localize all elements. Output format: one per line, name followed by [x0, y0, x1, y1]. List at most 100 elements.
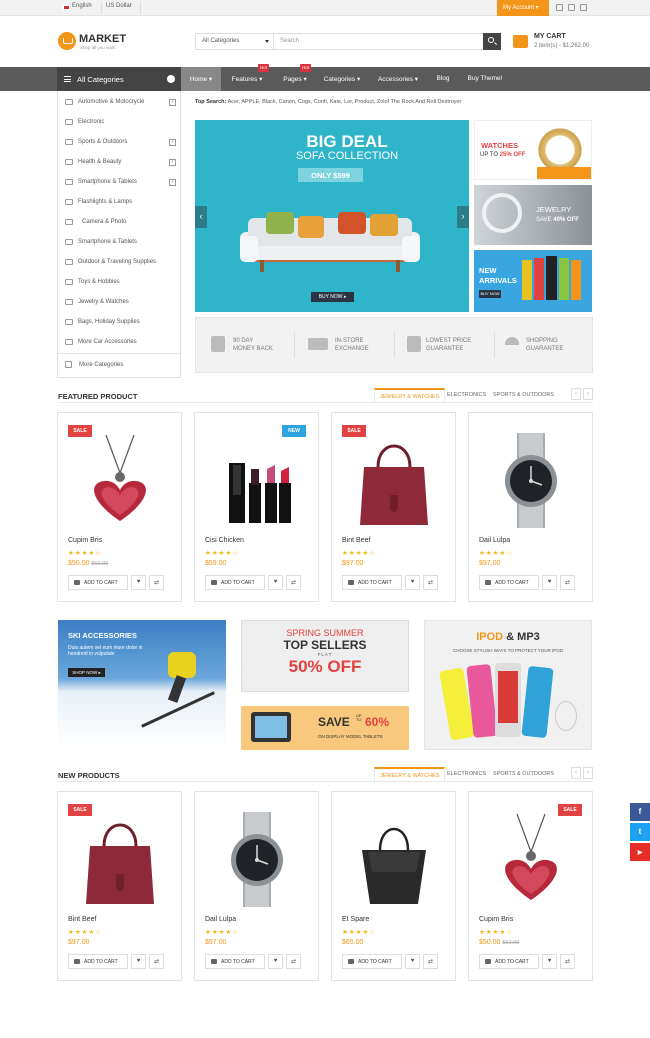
- language-selector[interactable]: English: [72, 3, 92, 9]
- cart-summary[interactable]: 2 item(s) - $1,262.00: [534, 43, 589, 49]
- product-card[interactable]: SALE Cupim Bris ★★★★☆ $50.00 $62.00 ADD T…: [468, 791, 593, 981]
- tab-sports-outdoors[interactable]: SPORTS & OUTDOORS: [488, 767, 559, 781]
- product-card[interactable]: Et Spare ★★★★☆ $65.00 ADD TO CART ♥ ⇄: [331, 791, 456, 981]
- add-to-cart-button[interactable]: ADD TO CART: [342, 575, 402, 590]
- slider-prev-button[interactable]: ‹: [195, 206, 207, 228]
- wishlist-button[interactable]: ♥: [542, 954, 557, 969]
- wishlist-button[interactable]: ♥: [268, 575, 283, 590]
- prev-arrow-button[interactable]: ‹: [571, 388, 581, 400]
- compare-button[interactable]: ⇄: [149, 575, 164, 590]
- product-card[interactable]: Dail Lulpa ★★★★☆ $97.00 ADD TO CART ♥ ⇄: [468, 412, 593, 602]
- watches-banner[interactable]: WATCHES UP TO 25% OFF: [474, 120, 592, 180]
- product-card[interactable]: SALE Bint Beef ★★★★☆ $97.00 ADD TO CART …: [57, 791, 182, 981]
- sidebar-item[interactable]: Toys & Hobbies: [58, 273, 180, 293]
- shopping-bag-icon[interactable]: [513, 35, 528, 48]
- lock-icon[interactable]: [580, 4, 587, 11]
- compare-button[interactable]: ⇄: [286, 575, 301, 590]
- wishlist-button[interactable]: ♥: [268, 954, 283, 969]
- cart-logo-icon[interactable]: [58, 32, 76, 50]
- product-name[interactable]: Dail Lulpa: [479, 537, 510, 544]
- search-input[interactable]: Search: [280, 38, 299, 44]
- spring-summer-banner[interactable]: SPRING SUMMER TOP SELLERS FLAT 50% OFF: [241, 620, 409, 692]
- wishlist-button[interactable]: ♥: [405, 954, 420, 969]
- search-button[interactable]: [483, 33, 501, 50]
- search-category-select[interactable]: All Categories: [196, 34, 274, 49]
- sidebar-item[interactable]: Automotive & Motocrycle ›: [58, 93, 180, 113]
- compare-button[interactable]: ⇄: [560, 575, 575, 590]
- facebook-icon[interactable]: f: [630, 803, 650, 821]
- product-card[interactable]: SALE Cupim Bris ★★★★☆ $50.00 $62.00 ADD T…: [57, 412, 182, 602]
- sidebar-item[interactable]: Flashlights & Lamps: [58, 193, 180, 213]
- sidebar-item[interactable]: Smartphone & Tablets: [58, 233, 180, 253]
- product-name[interactable]: Cisi Chicken: [205, 537, 244, 544]
- sidebar-item[interactable]: Jewelry & Watches: [58, 293, 180, 313]
- sidebar-item[interactable]: Smartphone & Tablets ›: [58, 173, 180, 193]
- next-arrow-button[interactable]: ›: [583, 388, 593, 400]
- tab-electronics[interactable]: ELECTRONICS: [442, 388, 491, 402]
- brand-name[interactable]: MARKET: [79, 33, 126, 45]
- sidebar-item[interactable]: Camera & Photo: [58, 213, 180, 233]
- product-card[interactable]: NEW Cisi Chicken ★★★★☆ $59.00 ADD TO CAR…: [194, 412, 319, 602]
- nav-blog[interactable]: Blog: [428, 67, 458, 91]
- next-arrow-button[interactable]: ›: [583, 767, 593, 779]
- cart-title[interactable]: MY CART: [534, 33, 566, 40]
- wishlist-button[interactable]: ♥: [131, 954, 146, 969]
- ipod-banner[interactable]: IPOD & MP3 CHOOSE STYLISH WAYS TO PROTEC…: [424, 620, 592, 750]
- heart-icon[interactable]: [556, 4, 563, 11]
- add-to-cart-button[interactable]: ADD TO CART: [68, 954, 128, 969]
- sidebar-item[interactable]: More Car Accessories: [58, 333, 180, 353]
- sidebar-item[interactable]: Outdoor & Traveling Supplies: [58, 253, 180, 273]
- currency-selector[interactable]: US Dollar: [106, 3, 132, 9]
- arrivals-buy-button[interactable]: BUY NOW: [479, 290, 501, 298]
- twitter-icon[interactable]: t: [630, 823, 650, 841]
- prev-arrow-button[interactable]: ‹: [571, 767, 581, 779]
- all-categories-toggle[interactable]: All Categories: [57, 67, 181, 91]
- sidebar-item[interactable]: Health & Beauty ›: [58, 153, 180, 173]
- wishlist-button[interactable]: ♥: [131, 575, 146, 590]
- add-to-cart-button[interactable]: ADD TO CART: [479, 954, 539, 969]
- more-categories[interactable]: More Categories: [58, 355, 180, 375]
- compare-button[interactable]: ⇄: [149, 954, 164, 969]
- my-account-button[interactable]: My Account ▾: [497, 0, 549, 16]
- slider-next-button[interactable]: ›: [457, 206, 469, 228]
- add-to-cart-button[interactable]: ADD TO CART: [342, 954, 402, 969]
- youtube-icon[interactable]: ▶: [630, 843, 650, 861]
- tab-sports-outdoors[interactable]: SPORTS & OUTDOORS: [488, 388, 559, 402]
- sidebar-item[interactable]: Electronic: [58, 113, 180, 133]
- top-search-terms[interactable]: Acer, APPLE, Black, Canon, Cogs, Confi, …: [228, 99, 462, 105]
- compare-button[interactable]: ⇄: [560, 954, 575, 969]
- hero-buy-now-button[interactable]: BUY NOW ▸: [311, 292, 354, 302]
- compare-button[interactable]: ⇄: [286, 954, 301, 969]
- wishlist-button[interactable]: ♥: [542, 575, 557, 590]
- add-to-cart-button[interactable]: ADD TO CART: [68, 575, 128, 590]
- sidebar-item[interactable]: Sports & Outdoors ›: [58, 133, 180, 153]
- compare-button[interactable]: ⇄: [423, 954, 438, 969]
- product-name[interactable]: Et Spare: [342, 916, 369, 923]
- compare-button[interactable]: ⇄: [423, 575, 438, 590]
- product-name[interactable]: Dail Lulpa: [205, 916, 236, 923]
- tab-jewelry-watches[interactable]: JEWELRY & WATCHES: [374, 767, 446, 781]
- tab-electronics[interactable]: ELECTRONICS: [442, 767, 491, 781]
- add-to-cart-button[interactable]: ADD TO CART: [205, 575, 265, 590]
- tablets-banner[interactable]: SAVE UP TO 60% ON DISPLAY MODEL TABLETS: [241, 706, 409, 750]
- shop-now-button[interactable]: SHOP NOW ▸: [68, 668, 105, 677]
- product-name[interactable]: Bint Beef: [68, 916, 96, 923]
- product-card[interactable]: Dail Lulpa ★★★★☆ $97.00 ADD TO CART ♥ ⇄: [194, 791, 319, 981]
- wishlist-button[interactable]: ♥: [405, 575, 420, 590]
- product-name[interactable]: Bint Beef: [342, 537, 370, 544]
- add-to-cart-button[interactable]: ADD TO CART: [205, 954, 265, 969]
- nav-buy-theme[interactable]: Buy Theme!: [460, 67, 510, 91]
- nav-home[interactable]: Home ▾: [181, 67, 221, 91]
- jewelry-banner[interactable]: JEWELRY SAVE 40% OFF: [474, 185, 592, 245]
- product-card[interactable]: SALE Bint Beef ★★★★☆ $97.00 ADD TO CART …: [331, 412, 456, 602]
- compare-icon[interactable]: [568, 4, 575, 11]
- product-name[interactable]: Cupim Bris: [479, 916, 513, 923]
- add-to-cart-button[interactable]: ADD TO CART: [479, 575, 539, 590]
- hero-slider[interactable]: BIG DEAL SOFA COLLECTION ONLY $599 BUY N…: [195, 120, 469, 312]
- nav-categories[interactable]: Categories ▾: [317, 67, 367, 91]
- tab-jewelry-watches[interactable]: JEWELRY & WATCHES: [374, 388, 446, 402]
- new-arrivals-banner[interactable]: NEW ARRIVALS BUY NOW: [474, 250, 592, 312]
- product-name[interactable]: Cupim Bris: [68, 537, 102, 544]
- ski-accessories-banner[interactable]: SKI ACCESSORIES Duis autem vel eum iriur…: [58, 620, 226, 750]
- sidebar-item[interactable]: Bags, Holiday Supplies: [58, 313, 180, 333]
